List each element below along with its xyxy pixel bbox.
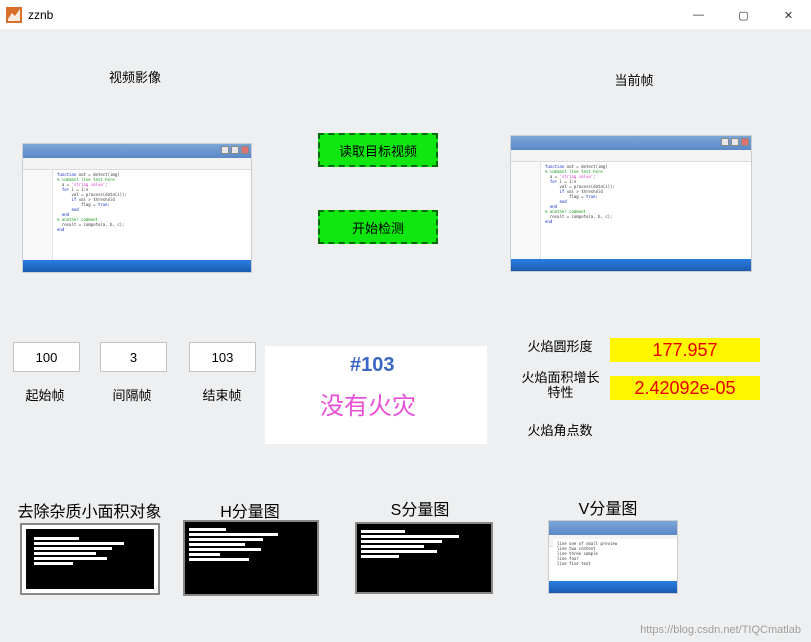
frame-id-text: #103 <box>350 354 395 377</box>
matlab-icon <box>6 7 22 23</box>
corners-label: 火焰角点数 <box>520 420 600 439</box>
h-map-label: H分量图 <box>200 498 300 522</box>
interval-frame-label: 间隔帧 <box>102 385 162 404</box>
v-map-label: V分量图 <box>558 495 658 519</box>
read-video-button[interactable]: 读取目标视频 <box>318 133 438 167</box>
area-growth-label: 火焰面积增长特性 <box>518 370 603 400</box>
detection-result-text: 没有火灾 <box>320 386 416 421</box>
title-bar: zznb — ▢ ✕ <box>0 0 811 30</box>
video-thumbnail: function out = detect(img) % comment lin… <box>22 143 252 273</box>
v-map-thumbnail: line one of small preview line two conte… <box>548 520 678 594</box>
s-map-thumbnail <box>355 522 493 594</box>
circularity-label: 火焰圆形度 <box>520 336 600 355</box>
circularity-value: 177.957 <box>610 338 760 362</box>
figure-canvas: 视频影像 当前帧 function out = detect(img) % co… <box>0 30 811 642</box>
interval-frame-input[interactable]: 3 <box>100 342 167 372</box>
end-frame-input[interactable]: 103 <box>189 342 256 372</box>
remove-small-thumbnail <box>20 523 160 595</box>
start-frame-label: 起始帧 <box>15 385 75 404</box>
current-frame-thumbnail: function out = detect(img) % comment lin… <box>510 135 752 272</box>
close-button[interactable]: ✕ <box>766 0 811 30</box>
s-map-label: S分量图 <box>370 496 470 520</box>
video-label: 视频影像 <box>95 67 175 86</box>
start-detect-button[interactable]: 开始检测 <box>318 210 438 244</box>
current-frame-label: 当前帧 <box>604 70 664 89</box>
h-map-thumbnail <box>183 520 319 596</box>
end-frame-label: 结束帧 <box>192 385 252 404</box>
area-growth-value: 2.42092e-05 <box>610 376 760 400</box>
maximize-button[interactable]: ▢ <box>721 0 766 30</box>
watermark-text: https://blog.csdn.net/TIQCmatlab <box>640 624 801 636</box>
window-title: zznb <box>28 8 53 22</box>
start-frame-input[interactable]: 100 <box>13 342 80 372</box>
remove-small-label: 去除杂质小面积对象 <box>2 498 177 522</box>
minimize-button[interactable]: — <box>676 0 721 30</box>
